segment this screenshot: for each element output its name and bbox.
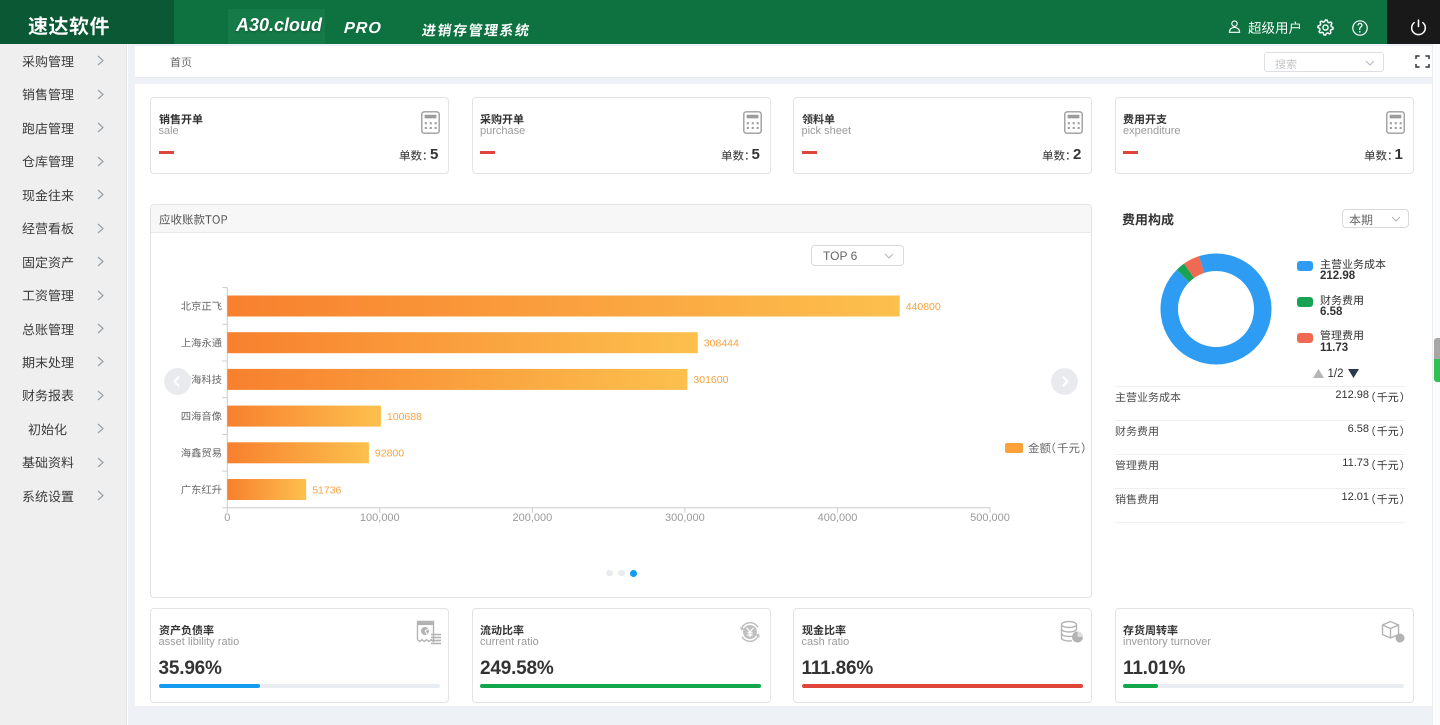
svg-text:0: 0 — [224, 512, 230, 524]
svg-text:308444: 308444 — [704, 338, 739, 350]
svg-text:92800: 92800 — [375, 448, 404, 460]
svg-text:51736: 51736 — [312, 484, 341, 496]
svg-text:300,000: 300,000 — [665, 512, 705, 524]
svg-text:400,000: 400,000 — [818, 512, 858, 524]
svg-text:500,000: 500,000 — [970, 512, 1010, 524]
svg-text:440800: 440800 — [906, 301, 941, 313]
svg-text:200,000: 200,000 — [513, 512, 553, 524]
svg-text:100,000: 100,000 — [360, 512, 400, 524]
svg-text:301600: 301600 — [693, 374, 728, 386]
svg-text:100688: 100688 — [387, 411, 422, 423]
